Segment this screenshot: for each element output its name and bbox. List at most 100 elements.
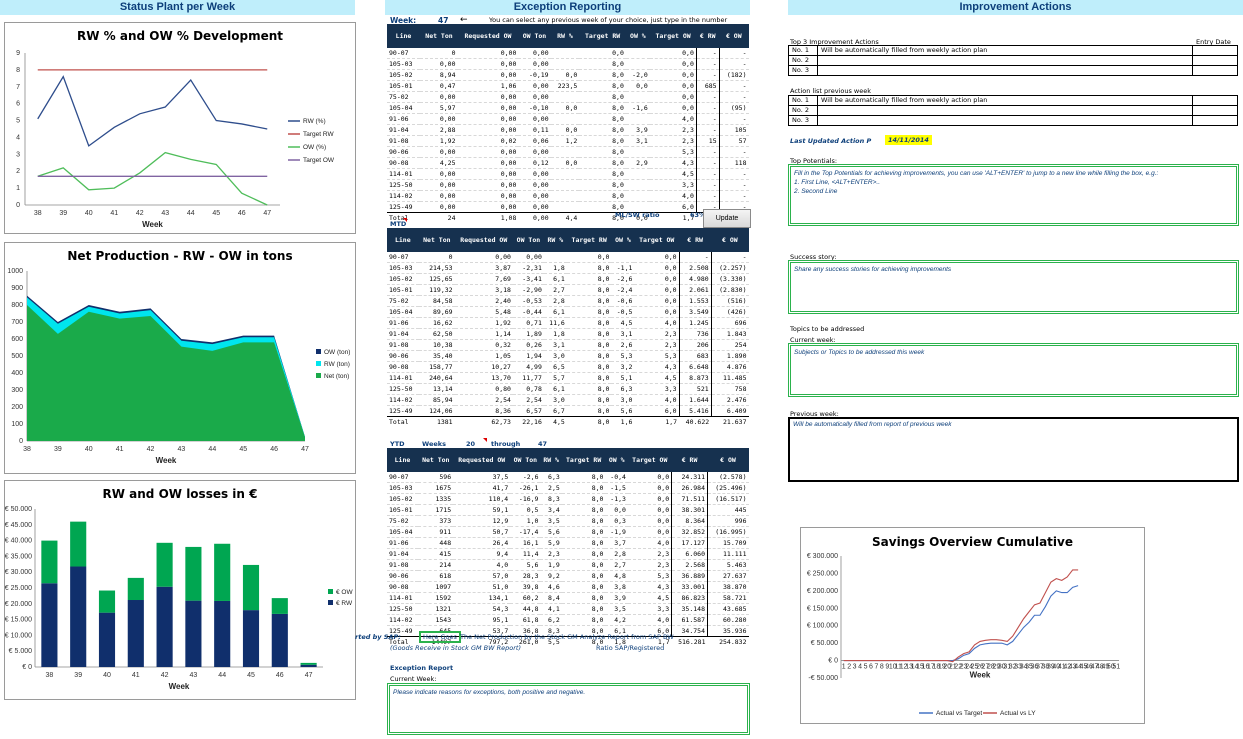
entry-date-cell[interactable] [1192, 115, 1238, 126]
table-cell: 105-04 [387, 526, 419, 538]
update-button[interactable]: Update [703, 209, 751, 228]
rw-ow-line-svg: 012345678938 39 40 41 42 43 44 45 46 47WeekRW (%)… [16, 50, 335, 229]
ytd-from-input[interactable]: 20 [466, 440, 475, 448]
table-cell: 3,0 [543, 350, 567, 362]
top-potentials-input[interactable]: Fill in the Top Potentials for achieving… [788, 164, 1239, 226]
entry-date-cell[interactable] [1192, 65, 1238, 76]
table-cell: 90-06 [387, 570, 419, 582]
series-line [37, 75, 268, 147]
table-cell: 37,5 [453, 472, 511, 483]
table-cell: 105-02 [387, 69, 421, 81]
exception-reasons-input[interactable]: Please indicate reasons for exceptions, … [387, 683, 750, 735]
column-header: RW % [540, 448, 563, 472]
bar-ow [127, 577, 144, 601]
table-cell: 6,7 [543, 405, 567, 417]
x-tick-label: 4 [858, 664, 862, 671]
entry-date-cell[interactable] [1192, 45, 1238, 56]
table-row: 91-08 1,92 0,02 0,06 1,2 8,0 3,1 2,3 15 57 [387, 135, 749, 147]
table-cell: 2,88 [420, 124, 458, 136]
table-cell: 0,3 [605, 515, 628, 527]
table-cell: 118 [718, 157, 749, 169]
table-cell: 0,0 [649, 48, 697, 59]
y-tick-label: 800 [11, 302, 23, 309]
table-cell: 0,00 [457, 168, 519, 180]
table-cell: 206 [678, 339, 712, 351]
table-cell: 0,00 [512, 252, 544, 263]
action-text[interactable]: Will be automatically filled from weekly… [817, 45, 1193, 56]
x-axis-label: Week [970, 671, 991, 680]
table-cell: 1715 [418, 504, 454, 516]
table-cell: 4,0 [634, 317, 680, 329]
total-cell: 8,0 [566, 416, 612, 427]
table-cell: - [718, 179, 749, 191]
mlsw-label: ML/SW ratio [615, 211, 660, 219]
table-row: 125-50 13,14 0,80 0,78 6,1 8,0 6,3 3,3 521 758 [387, 383, 749, 395]
table-cell: 0,00 [457, 201, 519, 213]
column-header: Requested OW [457, 24, 519, 48]
action-number: No. 1 [788, 45, 818, 56]
x-tick-label: 40 [85, 446, 93, 453]
table-cell [611, 252, 635, 263]
table-row: 91-04 62,50 1,14 1,89 1,8 8,0 3,1 2,3 736 1.843 [387, 328, 749, 340]
x-tick-label: 38 [34, 210, 42, 217]
sap-here-input[interactable]: Here Goes [419, 631, 461, 643]
table-cell: 0,0 [550, 102, 580, 114]
table-cell: 4,3 [634, 361, 680, 373]
table-cell: 0,0 [550, 157, 580, 169]
action-text[interactable]: Will be automatically filled from weekly… [817, 95, 1193, 106]
topics-input[interactable]: Subjects or Topics to be addressed this … [788, 343, 1239, 397]
bar-ow [300, 662, 317, 665]
table-row: 91-06 16,62 1,92 0,71 11,6 8,0 4,5 4,0 1.245 696 [387, 317, 749, 329]
table-cell: 0,0 [649, 91, 697, 103]
x-tick-label: 6 [869, 664, 873, 671]
table-cell: 0,0 [627, 482, 672, 494]
table-cell: 89,69 [419, 306, 455, 318]
table-cell: 26,4 [453, 537, 511, 549]
total-cell: 1,08 [457, 212, 519, 223]
series-line [37, 151, 268, 206]
action-text[interactable] [817, 55, 1193, 66]
bar-ow [242, 564, 260, 611]
table-cell: 0,0 [634, 295, 680, 307]
table-cell: 0,00 [454, 252, 513, 263]
table-cell: -0,5 [611, 306, 635, 318]
column-header: Net Ton [420, 24, 459, 48]
topics-label: Topics to be addressed [790, 325, 865, 333]
x-tick-label: 42 [161, 672, 169, 679]
ytd-through-label: through [491, 440, 521, 448]
entry-date-cell[interactable] [1192, 105, 1238, 116]
table-cell [550, 168, 580, 180]
chart-title: Savings Overview Cumulative [872, 535, 1073, 549]
table-cell: (2.257) [710, 262, 749, 274]
table-cell: 28,3 [510, 570, 541, 582]
table-cell: 3,1 [611, 328, 635, 340]
table-cell: 6.648 [678, 361, 712, 373]
table-cell: 8,0 [566, 394, 612, 406]
y-tick-label: 1000 [7, 268, 23, 275]
mtd-exception-table: Line Net Ton Requested OW OW Ton RW % Target … [387, 228, 750, 427]
table-cell: 54,3 [453, 603, 511, 615]
table-cell: 8,0 [579, 124, 626, 136]
table-cell: 114-01 [387, 592, 419, 604]
table-row: 105-02 125,65 7,69 -3,41 6,1 8,0 -2,6 0,0 4.980(… [387, 273, 749, 285]
table-cell: 5,6 [611, 405, 635, 417]
table-cell: 105-04 [387, 306, 420, 318]
action-row: No. 2 [788, 55, 1238, 66]
table-cell: (25.496) [707, 482, 749, 494]
table-cell: 1,06 [457, 80, 519, 92]
table-cell: 91-08 [387, 339, 420, 351]
action-text[interactable] [817, 105, 1193, 116]
entry-date-cell[interactable] [1192, 55, 1238, 66]
table-row: 90-06 0,00 0,00 0,00 8,0 5,3- - [387, 146, 749, 158]
table-cell: 2,54 [512, 394, 544, 406]
success-story-input[interactable]: Share any success stories for achieving … [788, 260, 1239, 314]
entry-date-cell[interactable] [1192, 95, 1238, 106]
chart-title: Net Production - RW - OW in tons [67, 249, 293, 263]
table-cell: 223,5 [550, 80, 580, 92]
table-cell: 3,3 [634, 383, 680, 395]
action-text[interactable] [817, 115, 1193, 126]
table-cell: 0,00 [457, 48, 519, 59]
action-text[interactable] [817, 65, 1193, 76]
table-cell: 27.637 [707, 570, 749, 582]
table-cell: 0,0 [649, 102, 697, 114]
